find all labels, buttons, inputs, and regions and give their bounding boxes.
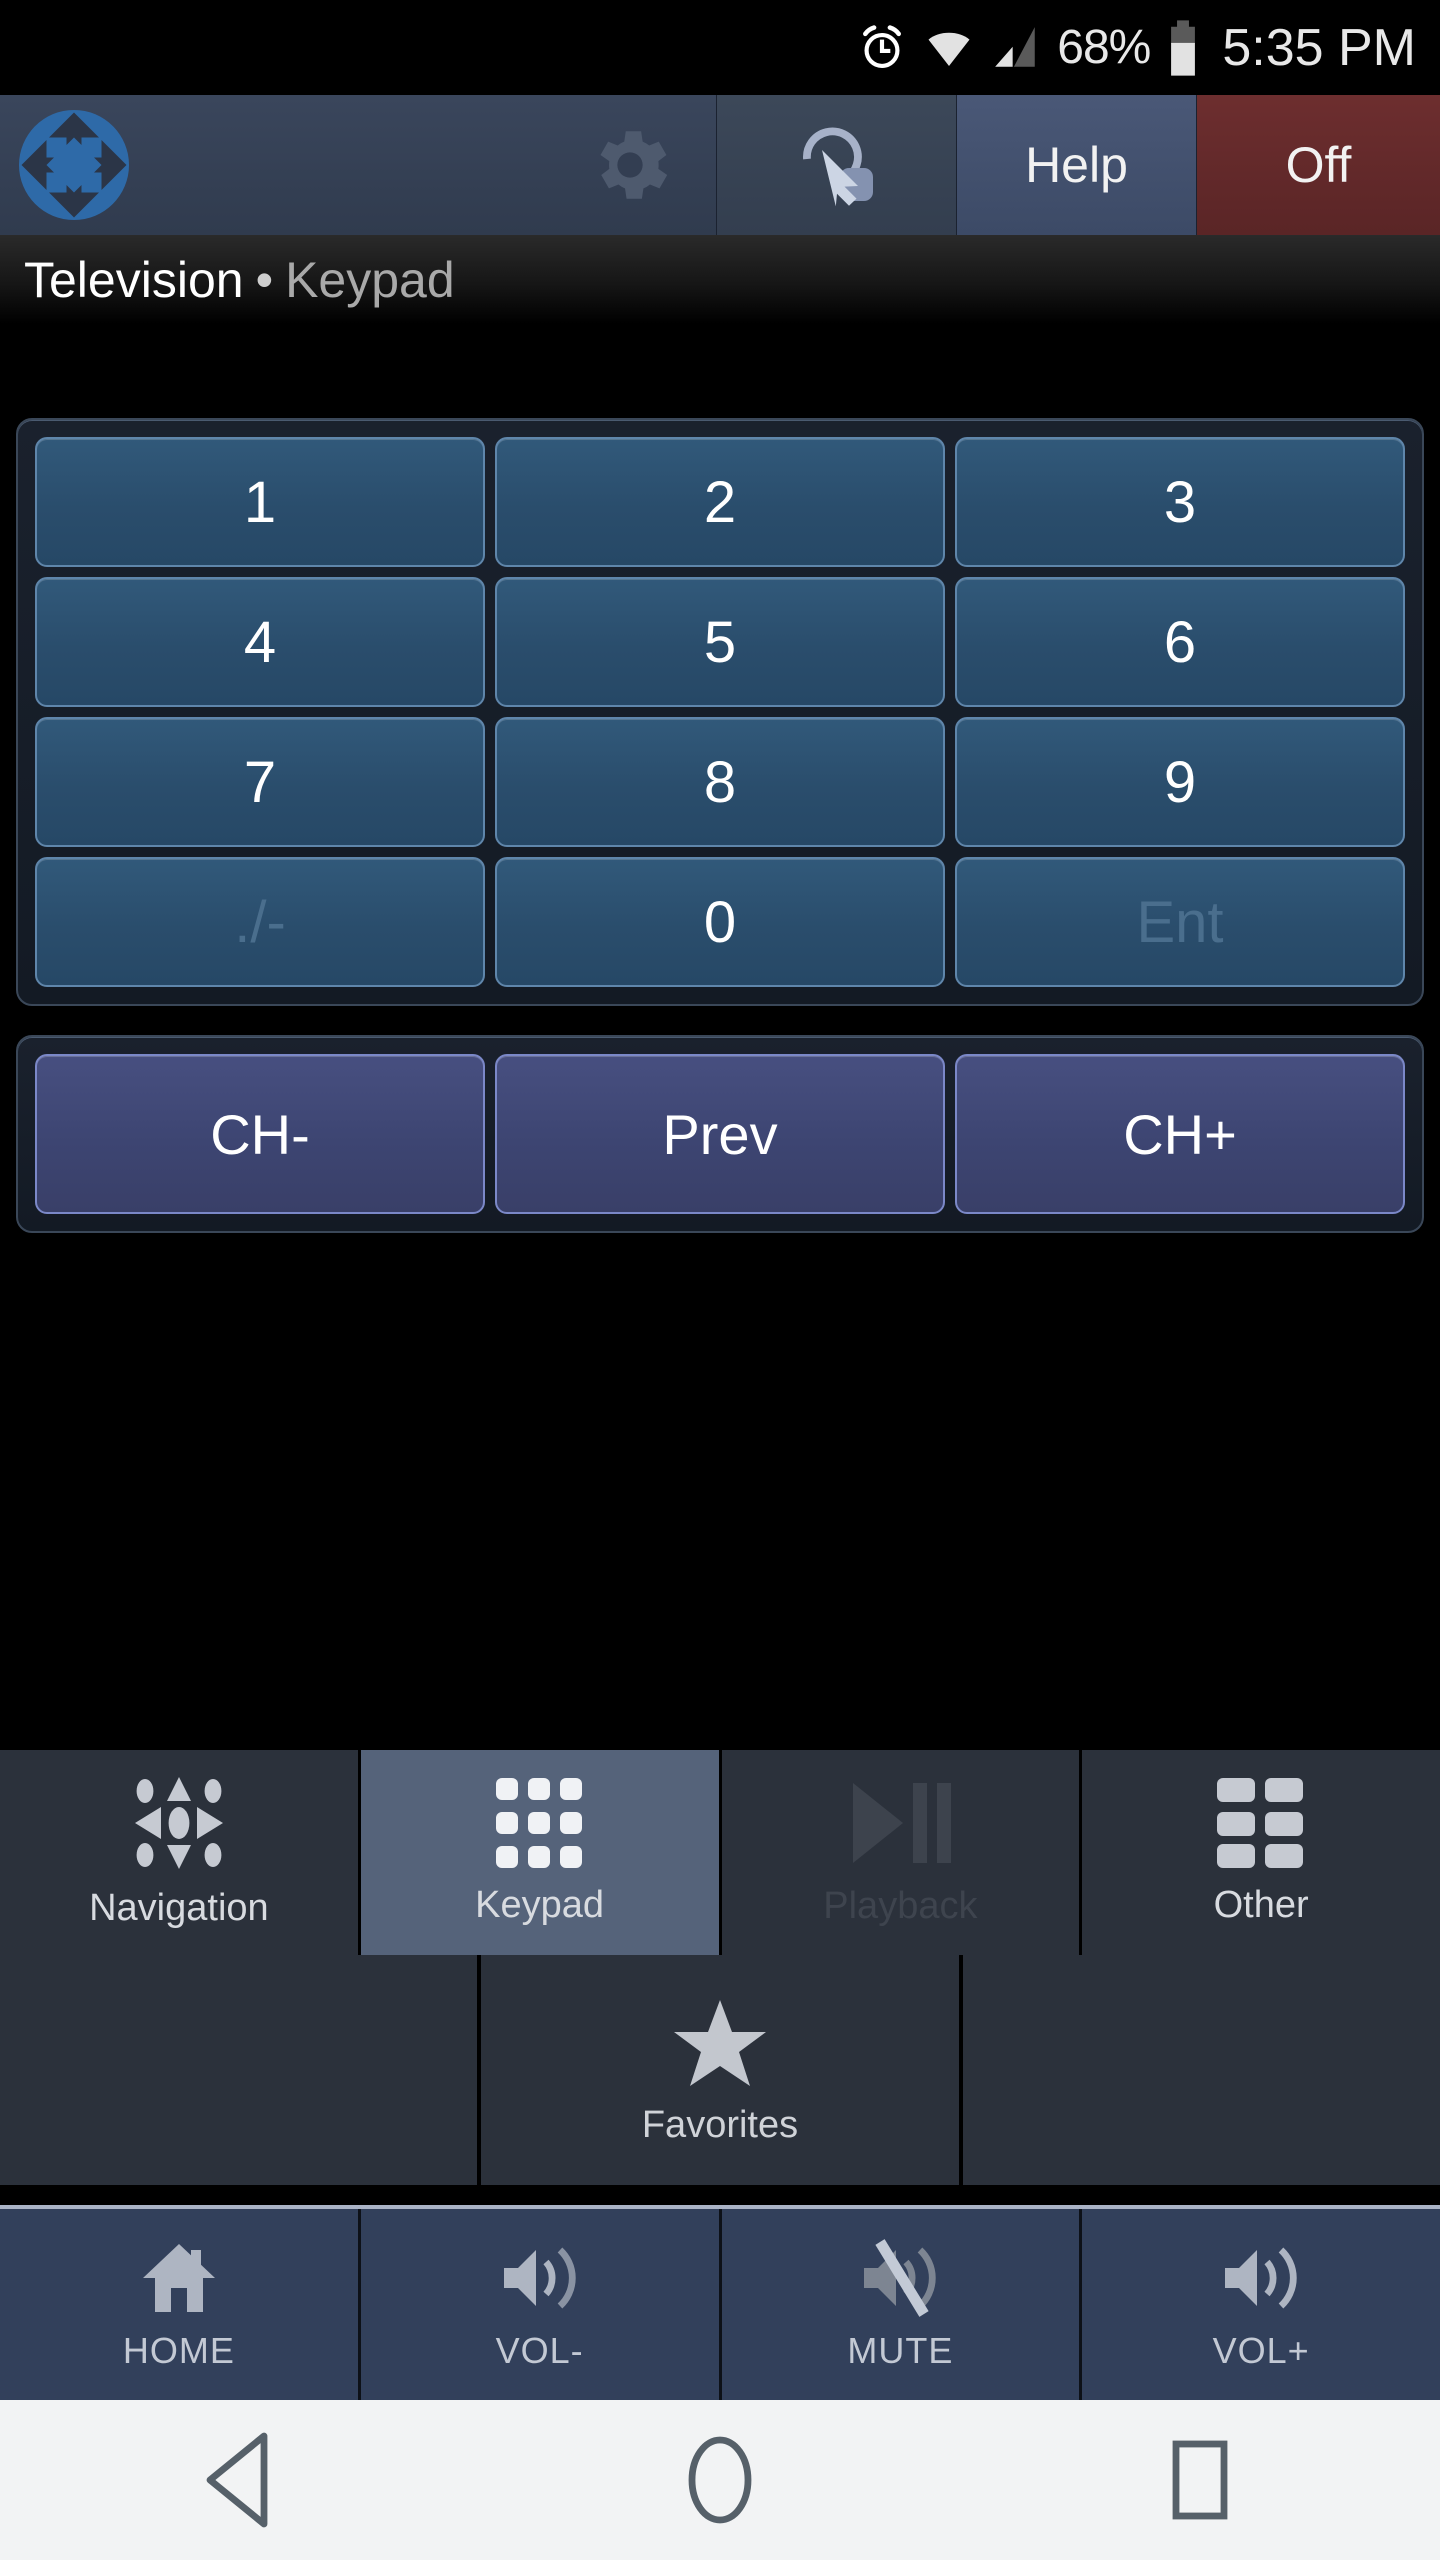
secondary-tab-empty-left[interactable] — [0, 1955, 478, 2185]
key-0[interactable]: 0 — [495, 857, 945, 987]
android-status-bar: 68% 5:35 PM — [0, 0, 1440, 95]
key-7[interactable]: 7 — [35, 717, 485, 847]
app-logo-icon[interactable] — [14, 105, 134, 225]
other-grid-icon — [1217, 1778, 1305, 1868]
channel-prev-button[interactable]: Prev — [495, 1054, 945, 1214]
home-icon — [139, 2238, 219, 2318]
alarm-icon — [857, 23, 907, 73]
channel-grid: CH- Prev CH+ — [30, 1049, 1410, 1219]
home-label: HOME — [122, 2329, 235, 2371]
volume-down-icon — [496, 2238, 584, 2318]
help-label: Help — [1025, 137, 1128, 193]
secondary-tab-empty-right[interactable] — [962, 1955, 1440, 2185]
key-1[interactable]: 1 — [35, 437, 485, 567]
nav-home-button[interactable] — [620, 2400, 820, 2560]
help-button[interactable]: Help — [957, 95, 1197, 235]
star-icon — [672, 1994, 768, 2090]
tab-favorites-label: Favorites — [641, 2103, 799, 2146]
mute-label: MUTE — [847, 2329, 954, 2371]
key-8[interactable]: 8 — [495, 717, 945, 847]
tab-keypad[interactable]: Keypad — [360, 1750, 719, 1955]
battery-icon — [1166, 19, 1200, 76]
home-button[interactable]: HOME — [0, 2209, 361, 2400]
off-label: Off — [1285, 137, 1352, 193]
remote-content: 1 2 3 4 5 6 7 8 9 ./- 0 Ent CH- Prev CH+ — [0, 325, 1440, 1750]
key-dot-slash-dash: ./- — [35, 857, 485, 987]
volume-down-button[interactable]: VOL- — [361, 2209, 722, 2400]
home-circle-icon — [682, 2430, 758, 2530]
global-action-bar: HOME VOL- MUTE VOL+ — [0, 2205, 1440, 2400]
app-root: 68% 5:35 PM Help Off Television • Keypad… — [0, 0, 1440, 2560]
key-9[interactable]: 9 — [955, 717, 1405, 847]
clock-label: 5:35 PM — [1222, 18, 1416, 77]
volume-down-label: VOL- — [495, 2329, 584, 2371]
drag-gesture-button[interactable] — [717, 95, 957, 235]
recents-square-icon — [1162, 2430, 1238, 2530]
breadcrumb[interactable]: Television • Keypad — [0, 235, 1440, 325]
off-button[interactable]: Off — [1197, 95, 1440, 235]
tab-other[interactable]: Other — [1082, 1750, 1440, 1955]
nav-back-button[interactable] — [140, 2400, 340, 2560]
gear-icon[interactable] — [584, 119, 676, 211]
key-2[interactable]: 2 — [495, 437, 945, 567]
tab-keypad-label: Keypad — [475, 1884, 605, 1926]
key-6[interactable]: 6 — [955, 577, 1405, 707]
breadcrumb-separator: • — [255, 251, 274, 308]
tab-navigation-label: Navigation — [89, 1887, 269, 1929]
key-enter: Ent — [955, 857, 1405, 987]
keypad-grid: 1 2 3 4 5 6 7 8 9 ./- 0 Ent — [30, 432, 1410, 992]
volume-up-button[interactable]: VOL+ — [1082, 2209, 1440, 2400]
key-5[interactable]: 5 — [495, 577, 945, 707]
tab-favorites[interactable]: Favorites — [481, 1955, 959, 2185]
android-nav-bar — [0, 2400, 1440, 2560]
mode-tab-bar: Navigation Keypad Playback Other — [0, 1750, 1440, 1955]
breadcrumb-page: Keypad — [285, 251, 455, 308]
key-3[interactable]: 3 — [955, 437, 1405, 567]
tab-playback[interactable]: Playback — [721, 1750, 1080, 1955]
channel-down-button[interactable]: CH- — [35, 1054, 485, 1214]
volume-mute-icon — [856, 2238, 944, 2318]
tab-navigation[interactable]: Navigation — [0, 1750, 358, 1955]
app-toolbar: Help Off — [0, 95, 1440, 235]
breadcrumb-device: Television — [24, 251, 244, 308]
keypad-grid-icon — [495, 1778, 584, 1868]
keypad-panel: 1 2 3 4 5 6 7 8 9 ./- 0 Ent — [16, 418, 1424, 1006]
tab-playback-label: Playback — [823, 1885, 978, 1927]
volume-up-label: VOL+ — [1212, 2329, 1310, 2371]
channel-up-button[interactable]: CH+ — [955, 1054, 1405, 1214]
tab-other-label: Other — [1213, 1884, 1309, 1926]
back-triangle-icon — [202, 2430, 278, 2530]
battery-percent-label: 68% — [1057, 21, 1151, 74]
key-4[interactable]: 4 — [35, 577, 485, 707]
volume-up-icon — [1217, 2238, 1305, 2318]
nav-recents-button[interactable] — [1100, 2400, 1300, 2560]
drag-gesture-icon — [789, 117, 885, 213]
secondary-tab-row: Favorites — [0, 1955, 1440, 2185]
mute-button[interactable]: MUTE — [722, 2209, 1083, 2400]
dpad-icon — [129, 1775, 229, 1871]
channel-panel: CH- Prev CH+ — [16, 1035, 1424, 1233]
play-pause-icon — [845, 1777, 955, 1869]
toolbar-main-area — [0, 95, 717, 235]
wifi-icon — [923, 25, 975, 71]
cell-signal-icon — [991, 25, 1041, 71]
